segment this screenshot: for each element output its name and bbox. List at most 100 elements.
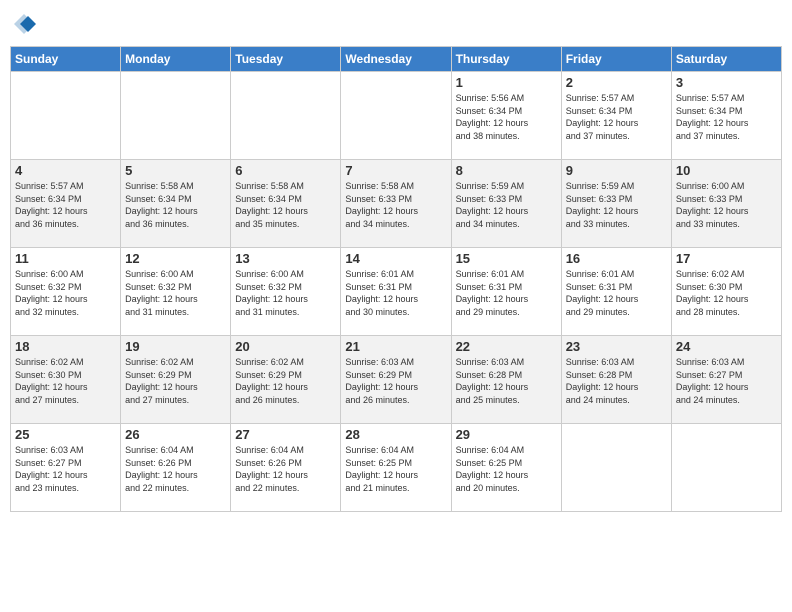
day-number: 27 <box>235 427 336 442</box>
calendar-cell: 14 Sunrise: 6:01 AM Sunset: 6:31 PM Dayli… <box>341 248 451 336</box>
day-number: 15 <box>456 251 557 266</box>
day-number: 23 <box>566 339 667 354</box>
day-number: 5 <box>125 163 226 178</box>
day-number: 12 <box>125 251 226 266</box>
cell-info: Sunrise: 6:00 AM Sunset: 6:33 PM Dayligh… <box>676 180 777 230</box>
day-header-monday: Monday <box>121 47 231 72</box>
cell-info: Sunrise: 6:01 AM Sunset: 6:31 PM Dayligh… <box>566 268 667 318</box>
calendar-cell: 4 Sunrise: 5:57 AM Sunset: 6:34 PM Daylig… <box>11 160 121 248</box>
cell-info: Sunrise: 6:04 AM Sunset: 6:26 PM Dayligh… <box>235 444 336 494</box>
calendar-cell: 5 Sunrise: 5:58 AM Sunset: 6:34 PM Daylig… <box>121 160 231 248</box>
calendar-cell: 11 Sunrise: 6:00 AM Sunset: 6:32 PM Dayli… <box>11 248 121 336</box>
calendar-cell: 18 Sunrise: 6:02 AM Sunset: 6:30 PM Dayli… <box>11 336 121 424</box>
calendar-cell <box>121 72 231 160</box>
calendar-week-row: 1Sunrise: 5:56 AM Sunset: 6:34 PM Daylig… <box>11 72 782 160</box>
cell-info: Sunrise: 6:03 AM Sunset: 6:28 PM Dayligh… <box>456 356 557 406</box>
calendar-cell: 2 Sunrise: 5:57 AM Sunset: 6:34 PM Daylig… <box>561 72 671 160</box>
calendar-cell: 9Sunrise: 5:59 AM Sunset: 6:33 PM Daylig… <box>561 160 671 248</box>
cell-info: Sunrise: 5:59 AM Sunset: 6:33 PM Dayligh… <box>566 180 667 230</box>
calendar-cell: 3Sunrise: 5:57 AM Sunset: 6:34 PM Daylig… <box>671 72 781 160</box>
day-number: 24 <box>676 339 777 354</box>
cell-info: Sunrise: 6:02 AM Sunset: 6:29 PM Dayligh… <box>125 356 226 406</box>
cell-info: Sunrise: 6:03 AM Sunset: 6:29 PM Dayligh… <box>345 356 446 406</box>
calendar-week-row: 18 Sunrise: 6:02 AM Sunset: 6:30 PM Dayli… <box>11 336 782 424</box>
calendar-week-row: 25Sunrise: 6:03 AM Sunset: 6:27 PM Dayli… <box>11 424 782 512</box>
cell-info: Sunrise: 6:01 AM Sunset: 6:31 PM Dayligh… <box>345 268 446 318</box>
cell-info: Sunrise: 5:57 AM Sunset: 6:34 PM Dayligh… <box>566 92 667 142</box>
calendar-cell <box>671 424 781 512</box>
cell-info: Sunrise: 5:56 AM Sunset: 6:34 PM Dayligh… <box>456 92 557 142</box>
day-number: 6 <box>235 163 336 178</box>
calendar-cell <box>11 72 121 160</box>
calendar-cell: 13 Sunrise: 6:00 AM Sunset: 6:32 PM Dayli… <box>231 248 341 336</box>
day-header-thursday: Thursday <box>451 47 561 72</box>
cell-info: Sunrise: 5:58 AM Sunset: 6:34 PM Dayligh… <box>125 180 226 230</box>
cell-info: Sunrise: 6:02 AM Sunset: 6:30 PM Dayligh… <box>15 356 116 406</box>
cell-info: Sunrise: 5:58 AM Sunset: 6:34 PM Dayligh… <box>235 180 336 230</box>
calendar-cell: 23 Sunrise: 6:03 AM Sunset: 6:28 PM Dayli… <box>561 336 671 424</box>
cell-info: Sunrise: 6:00 AM Sunset: 6:32 PM Dayligh… <box>15 268 116 318</box>
cell-info: Sunrise: 6:04 AM Sunset: 6:26 PM Dayligh… <box>125 444 226 494</box>
cell-info: Sunrise: 5:57 AM Sunset: 6:34 PM Dayligh… <box>15 180 116 230</box>
day-number: 16 <box>566 251 667 266</box>
calendar-cell: 29 Sunrise: 6:04 AM Sunset: 6:25 PM Dayli… <box>451 424 561 512</box>
cell-info: Sunrise: 5:59 AM Sunset: 6:33 PM Dayligh… <box>456 180 557 230</box>
day-number: 14 <box>345 251 446 266</box>
calendar-cell: 1Sunrise: 5:56 AM Sunset: 6:34 PM Daylig… <box>451 72 561 160</box>
calendar-table: SundayMondayTuesdayWednesdayThursdayFrid… <box>10 46 782 512</box>
cell-info: Sunrise: 6:01 AM Sunset: 6:31 PM Dayligh… <box>456 268 557 318</box>
calendar-cell: 21 Sunrise: 6:03 AM Sunset: 6:29 PM Dayli… <box>341 336 451 424</box>
calendar-cell: 26Sunrise: 6:04 AM Sunset: 6:26 PM Dayli… <box>121 424 231 512</box>
day-number: 19 <box>125 339 226 354</box>
logo-icon <box>10 10 38 38</box>
day-number: 20 <box>235 339 336 354</box>
calendar-cell: 7 Sunrise: 5:58 AM Sunset: 6:33 PM Daylig… <box>341 160 451 248</box>
day-number: 18 <box>15 339 116 354</box>
cell-info: Sunrise: 6:00 AM Sunset: 6:32 PM Dayligh… <box>235 268 336 318</box>
day-number: 7 <box>345 163 446 178</box>
cell-info: Sunrise: 6:03 AM Sunset: 6:27 PM Dayligh… <box>676 356 777 406</box>
day-header-sunday: Sunday <box>11 47 121 72</box>
day-number: 13 <box>235 251 336 266</box>
calendar-cell: 10 Sunrise: 6:00 AM Sunset: 6:33 PM Dayli… <box>671 160 781 248</box>
calendar-cell: 28Sunrise: 6:04 AM Sunset: 6:25 PM Dayli… <box>341 424 451 512</box>
cell-info: Sunrise: 6:02 AM Sunset: 6:29 PM Dayligh… <box>235 356 336 406</box>
calendar-cell <box>561 424 671 512</box>
day-number: 29 <box>456 427 557 442</box>
cell-info: Sunrise: 5:58 AM Sunset: 6:33 PM Dayligh… <box>345 180 446 230</box>
calendar-cell <box>341 72 451 160</box>
day-number: 21 <box>345 339 446 354</box>
header <box>10 10 782 38</box>
day-number: 25 <box>15 427 116 442</box>
day-header-wednesday: Wednesday <box>341 47 451 72</box>
calendar-week-row: 11 Sunrise: 6:00 AM Sunset: 6:32 PM Dayli… <box>11 248 782 336</box>
calendar-cell: 16 Sunrise: 6:01 AM Sunset: 6:31 PM Dayli… <box>561 248 671 336</box>
day-number: 4 <box>15 163 116 178</box>
day-number: 28 <box>345 427 446 442</box>
calendar-cell: 6 Sunrise: 5:58 AM Sunset: 6:34 PM Daylig… <box>231 160 341 248</box>
calendar-cell: 20 Sunrise: 6:02 AM Sunset: 6:29 PM Dayli… <box>231 336 341 424</box>
calendar-cell: 24 Sunrise: 6:03 AM Sunset: 6:27 PM Dayli… <box>671 336 781 424</box>
logo <box>10 10 42 38</box>
calendar-cell: 12 Sunrise: 6:00 AM Sunset: 6:32 PM Dayli… <box>121 248 231 336</box>
calendar-cell: 25Sunrise: 6:03 AM Sunset: 6:27 PM Dayli… <box>11 424 121 512</box>
day-number: 10 <box>676 163 777 178</box>
calendar-cell: 19 Sunrise: 6:02 AM Sunset: 6:29 PM Dayli… <box>121 336 231 424</box>
calendar-cell: 27 Sunrise: 6:04 AM Sunset: 6:26 PM Dayli… <box>231 424 341 512</box>
day-header-friday: Friday <box>561 47 671 72</box>
calendar-cell: 22Sunrise: 6:03 AM Sunset: 6:28 PM Dayli… <box>451 336 561 424</box>
day-header-saturday: Saturday <box>671 47 781 72</box>
cell-info: Sunrise: 6:04 AM Sunset: 6:25 PM Dayligh… <box>456 444 557 494</box>
calendar-cell <box>231 72 341 160</box>
cell-info: Sunrise: 6:03 AM Sunset: 6:28 PM Dayligh… <box>566 356 667 406</box>
cell-info: Sunrise: 5:57 AM Sunset: 6:34 PM Dayligh… <box>676 92 777 142</box>
calendar-cell: 8 Sunrise: 5:59 AM Sunset: 6:33 PM Daylig… <box>451 160 561 248</box>
calendar-cell: 17Sunrise: 6:02 AM Sunset: 6:30 PM Dayli… <box>671 248 781 336</box>
cell-info: Sunrise: 6:00 AM Sunset: 6:32 PM Dayligh… <box>125 268 226 318</box>
calendar-header-row: SundayMondayTuesdayWednesdayThursdayFrid… <box>11 47 782 72</box>
day-number: 17 <box>676 251 777 266</box>
day-number: 11 <box>15 251 116 266</box>
calendar-cell: 15 Sunrise: 6:01 AM Sunset: 6:31 PM Dayli… <box>451 248 561 336</box>
day-number: 8 <box>456 163 557 178</box>
day-number: 2 <box>566 75 667 90</box>
